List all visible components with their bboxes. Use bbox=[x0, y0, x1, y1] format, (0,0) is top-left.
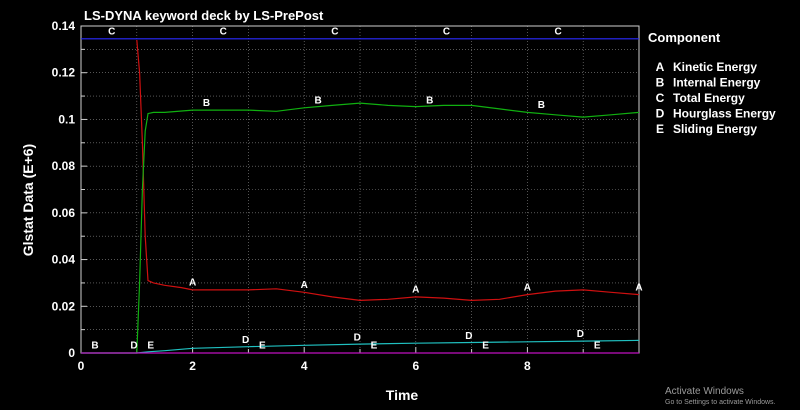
series-marker-c: C bbox=[554, 27, 561, 38]
series-marker-d: D bbox=[130, 341, 137, 352]
y-tick-label: 0.12 bbox=[52, 66, 76, 80]
series-marker-b: B bbox=[315, 95, 322, 106]
legend-entry: Kinetic Energy bbox=[673, 60, 757, 74]
series-marker-a: A bbox=[301, 280, 308, 291]
y-tick-label: 0 bbox=[68, 346, 75, 360]
watermark-line1: Activate Windows bbox=[665, 386, 744, 397]
legend: A Kinetic Energy B Internal Energy C Total En… bbox=[656, 60, 776, 136]
y-tick-labels: 0 0.02 0.04 0.06 0.08 0.1 0.12 0.14 bbox=[52, 19, 76, 360]
legend-letter: E bbox=[656, 122, 664, 136]
y-tick-label: 0.1 bbox=[58, 112, 75, 126]
series-marker-e: E bbox=[482, 341, 489, 352]
x-tick-label: 8 bbox=[524, 359, 531, 373]
series-marker-d: D bbox=[354, 332, 361, 343]
series-marker-e: E bbox=[371, 341, 378, 352]
series-marker-b: B bbox=[538, 100, 545, 111]
series-markers: A A A A ABB B B BC C C C CDD D D DE E E E E bbox=[91, 27, 642, 352]
y-axis-label: Glstat Data (E+6) bbox=[20, 144, 36, 256]
series-marker-a: A bbox=[524, 282, 531, 293]
series-marker-b: B bbox=[203, 98, 210, 109]
series-marker-c: C bbox=[331, 27, 338, 38]
series-marker-d: D bbox=[577, 329, 584, 340]
legend-letter: B bbox=[656, 76, 665, 90]
x-axis-label: Time bbox=[386, 387, 419, 403]
legend-entry: Sliding Energy bbox=[673, 122, 757, 136]
x-tick-label: 2 bbox=[189, 359, 196, 373]
series-marker-c: C bbox=[220, 27, 227, 38]
legend-entry: Internal Energy bbox=[673, 76, 761, 90]
legend-letter: C bbox=[656, 91, 665, 105]
series-marker-e: E bbox=[594, 341, 601, 352]
energy-chart: LS-DYNA keyword deck by LS-PrePost 0 2 4 6 8… bbox=[20, 8, 776, 403]
legend-letter: A bbox=[656, 60, 665, 74]
x-tick-label: 6 bbox=[412, 359, 419, 373]
y-tick-label: 0.04 bbox=[52, 253, 76, 267]
x-tick-label: 0 bbox=[78, 359, 85, 373]
series-marker-b: B bbox=[426, 95, 433, 106]
activate-windows-watermark: Activate Windows Go to Settings to activ… bbox=[665, 386, 800, 407]
series-marker-d: D bbox=[465, 331, 472, 342]
series-marker-c: C bbox=[443, 27, 450, 38]
y-tick-label: 0.14 bbox=[52, 19, 76, 33]
grid bbox=[81, 26, 639, 353]
series-marker-e: E bbox=[147, 341, 154, 352]
y-tick-label: 0.08 bbox=[52, 159, 76, 173]
series-marker-a: A bbox=[412, 285, 419, 296]
legend-entry: Hourglass Energy bbox=[673, 107, 776, 121]
series-marker-b: B bbox=[91, 341, 98, 352]
x-tick-label: 4 bbox=[301, 359, 308, 373]
watermark-line2: Go to Settings to activate Windows. bbox=[665, 399, 776, 406]
x-tick-labels: 0 2 4 6 8 bbox=[78, 359, 531, 373]
series-marker-c: C bbox=[108, 27, 115, 38]
series-marker-a: A bbox=[635, 282, 642, 293]
chart-title: LS-DYNA keyword deck by LS-PrePost bbox=[84, 8, 324, 23]
legend-entry: Total Energy bbox=[673, 91, 745, 105]
series-marker-e: E bbox=[259, 341, 266, 352]
legend-letter: D bbox=[656, 107, 665, 121]
series-marker-d: D bbox=[242, 335, 249, 346]
legend-title: Component bbox=[648, 30, 721, 45]
y-tick-label: 0.02 bbox=[52, 299, 76, 313]
series-marker-a: A bbox=[189, 278, 196, 289]
series-line-kinetic-energy bbox=[136, 39, 640, 302]
y-tick-label: 0.06 bbox=[52, 206, 76, 220]
